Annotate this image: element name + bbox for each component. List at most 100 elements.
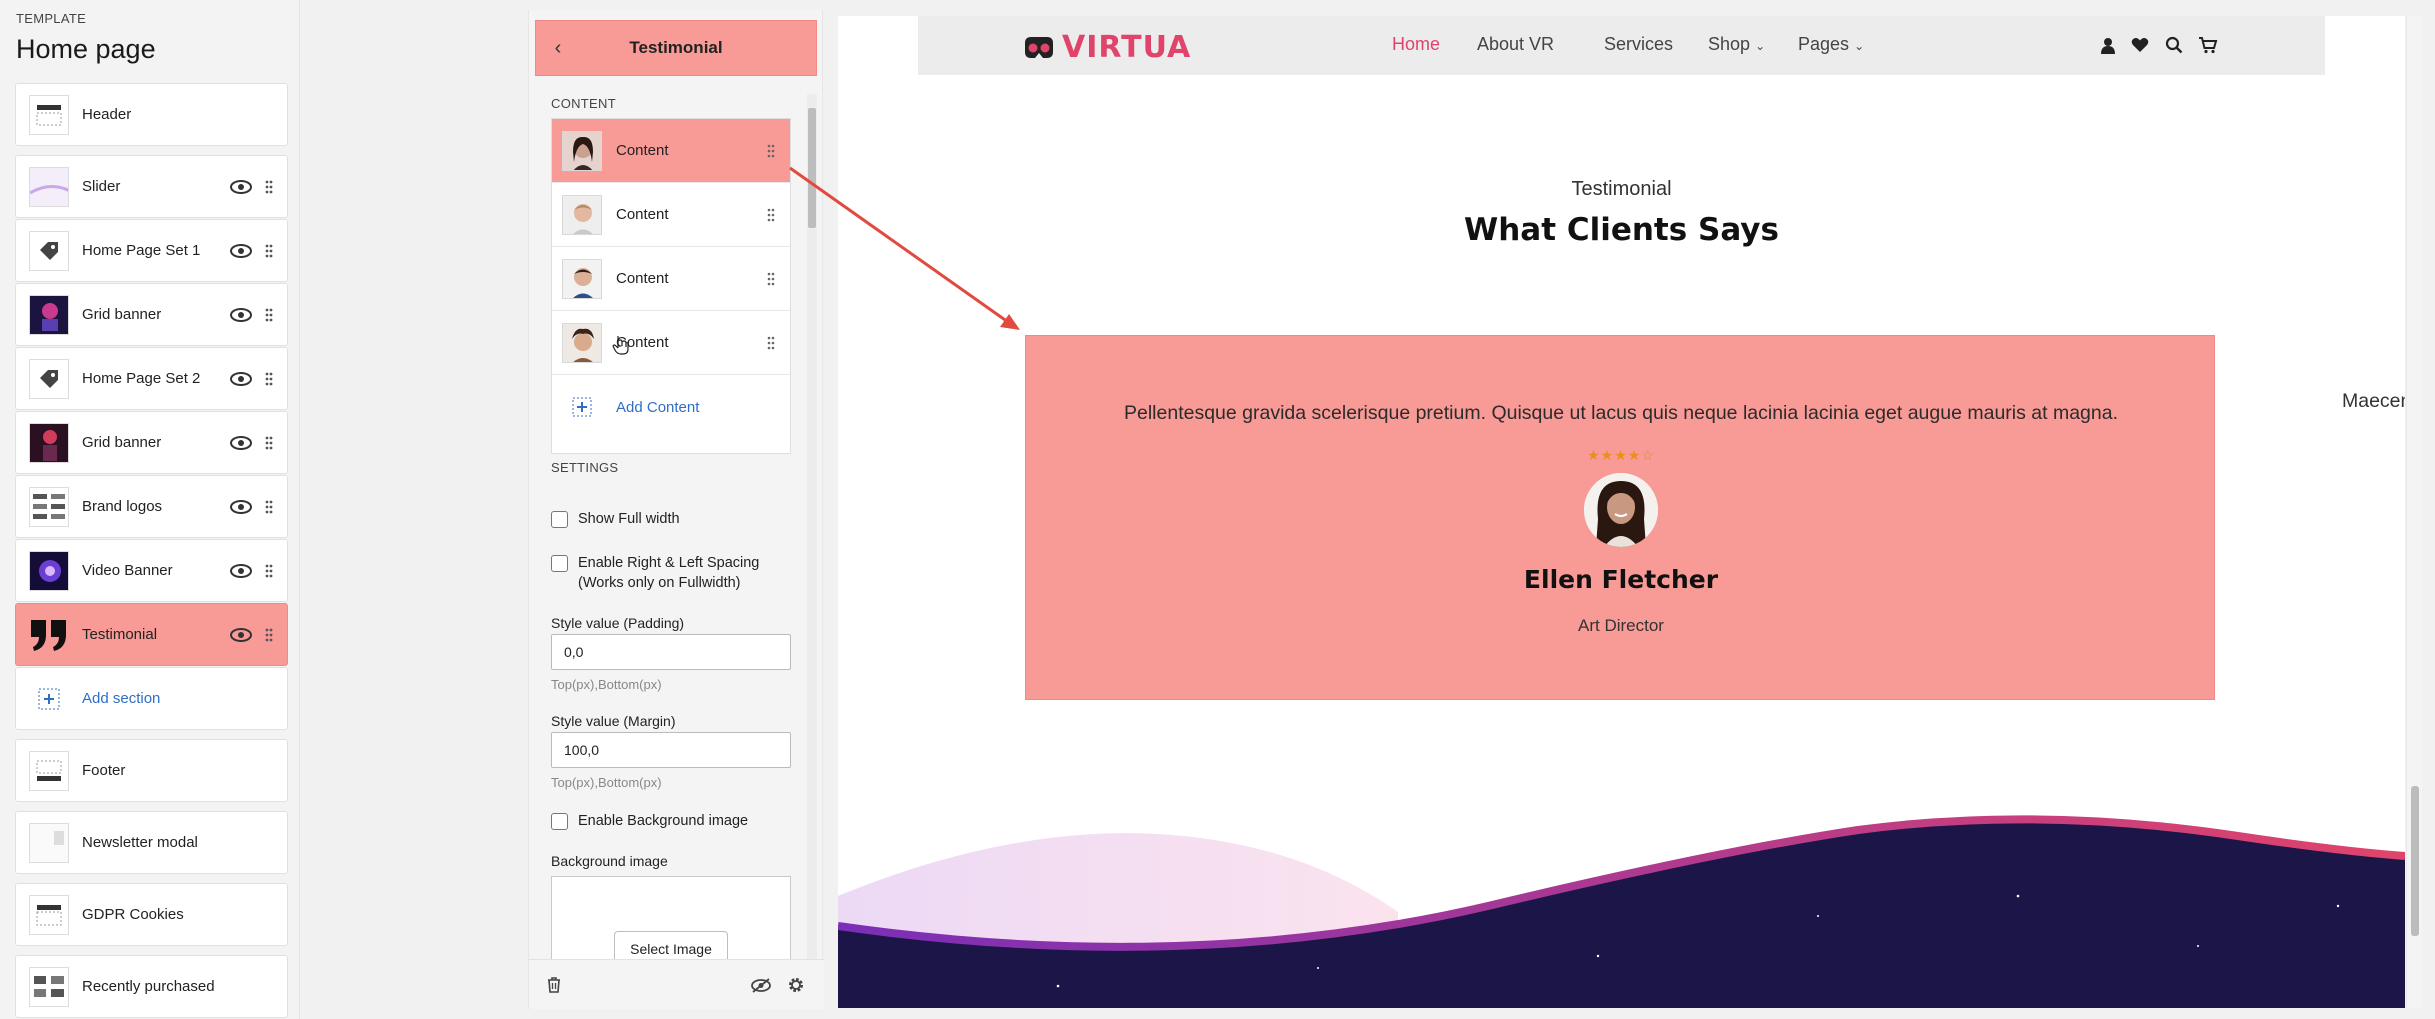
checkbox-box[interactable] bbox=[551, 555, 568, 572]
newsletter-thumbnail bbox=[29, 822, 69, 863]
add-section-button[interactable]: Add section bbox=[15, 667, 288, 730]
padding-input[interactable]: 0,0 bbox=[551, 634, 791, 670]
eye-icon[interactable] bbox=[230, 499, 252, 514]
section-grid-banner-2[interactable]: Grid banner bbox=[15, 411, 288, 474]
section-slider[interactable]: Slider bbox=[15, 155, 288, 218]
site-logo[interactable]: VIRTUA bbox=[1022, 30, 1191, 65]
nav-shop[interactable]: Shop ⌄ bbox=[1708, 34, 1765, 55]
section-label: Header bbox=[82, 106, 132, 123]
content-item[interactable]: Content bbox=[552, 311, 790, 375]
nav-home[interactable]: Home bbox=[1392, 34, 1440, 55]
trash-icon[interactable] bbox=[547, 977, 561, 993]
chevron-down-icon: ⌄ bbox=[1755, 39, 1766, 53]
drag-handle-icon[interactable] bbox=[264, 563, 274, 579]
checkbox-box[interactable] bbox=[551, 813, 568, 830]
checkbox-label: Enable Background image bbox=[578, 813, 749, 829]
nav-services[interactable]: Services bbox=[1604, 34, 1673, 55]
drag-handle-icon[interactable] bbox=[766, 208, 776, 222]
drag-handle-icon[interactable] bbox=[264, 371, 274, 387]
eye-icon[interactable] bbox=[230, 307, 252, 322]
content-item[interactable]: Content bbox=[552, 119, 790, 183]
testimonial-title: What Clients Says bbox=[1464, 212, 1779, 248]
video-banner-thumbnail bbox=[29, 550, 69, 591]
panel-scrollbar[interactable] bbox=[807, 94, 817, 970]
add-content-button[interactable]: Add Content bbox=[552, 375, 790, 439]
section-label: Recently purchased bbox=[82, 978, 215, 995]
drag-handle-icon[interactable] bbox=[264, 243, 274, 259]
content-item-label: Content bbox=[616, 270, 669, 287]
eye-off-icon[interactable] bbox=[751, 978, 771, 993]
rating-stars: ★★★★☆ bbox=[1026, 447, 2216, 464]
star-icon: ★ bbox=[1600, 447, 1615, 463]
back-arrow-icon[interactable]: ‹ bbox=[536, 37, 580, 60]
section-gdpr-cookies[interactable]: GDPR Cookies bbox=[15, 883, 288, 946]
section-label: Testimonial bbox=[82, 626, 158, 643]
content-heading: CONTENT bbox=[551, 96, 616, 111]
template-label: TEMPLATE bbox=[16, 11, 87, 26]
margin-input[interactable]: 100,0 bbox=[551, 732, 791, 768]
section-header[interactable]: Header bbox=[15, 83, 288, 146]
gear-icon[interactable] bbox=[787, 976, 805, 994]
section-home-page-set-1[interactable]: Home Page Set 1 bbox=[15, 219, 288, 282]
eye-icon[interactable] bbox=[230, 563, 252, 578]
star-icon: ★ bbox=[1587, 447, 1601, 463]
section-newsletter-modal[interactable]: Newsletter modal bbox=[15, 811, 288, 874]
section-grid-banner-1[interactable]: Grid banner bbox=[15, 283, 288, 346]
drag-handle-icon[interactable] bbox=[264, 627, 274, 643]
star-empty-icon: ☆ bbox=[1641, 447, 1655, 463]
show-full-width-checkbox[interactable]: Show Full width bbox=[551, 509, 680, 529]
eye-icon[interactable] bbox=[230, 243, 252, 258]
margin-help: Top(px),Bottom(px) bbox=[551, 775, 662, 790]
section-recently-purchased[interactable]: Recently purchased bbox=[15, 955, 288, 1018]
nav-about-vr[interactable]: About VR bbox=[1477, 34, 1554, 55]
slider-thumbnail bbox=[29, 166, 69, 207]
checkbox-label-line-2: (Works only on Fullwidth) bbox=[578, 575, 741, 591]
eye-icon[interactable] bbox=[230, 371, 252, 386]
padding-label: Style value (Padding) bbox=[551, 615, 685, 631]
preview-scrollbar-thumb[interactable] bbox=[2411, 786, 2419, 936]
drag-handle-icon[interactable] bbox=[766, 272, 776, 286]
search-icon[interactable] bbox=[2165, 36, 2183, 54]
settings-heading: SETTINGS bbox=[551, 460, 619, 475]
nav-pages[interactable]: Pages ⌄ bbox=[1798, 34, 1864, 55]
add-content-icon bbox=[562, 387, 602, 427]
man-avatar bbox=[562, 322, 602, 363]
checkbox-label: Enable Right & Left Spacing (Works only … bbox=[578, 553, 759, 593]
eye-icon[interactable] bbox=[230, 627, 252, 642]
section-label: Grid banner bbox=[82, 434, 162, 451]
section-label: Footer bbox=[82, 762, 126, 779]
eye-icon[interactable] bbox=[230, 179, 252, 194]
section-testimonial[interactable]: Testimonial bbox=[15, 603, 288, 666]
drag-handle-icon[interactable] bbox=[264, 307, 274, 323]
user-icon[interactable] bbox=[2100, 37, 2116, 54]
preview-scrollbar[interactable] bbox=[2406, 16, 2422, 1008]
content-item[interactable]: Content bbox=[552, 183, 790, 247]
drag-handle-icon[interactable] bbox=[766, 144, 776, 158]
margin-label: Style value (Margin) bbox=[551, 713, 676, 729]
enable-bg-checkbox[interactable]: Enable Background image bbox=[551, 811, 748, 831]
panel-footer bbox=[529, 959, 824, 1009]
section-footer[interactable]: Footer bbox=[15, 739, 288, 802]
eye-icon[interactable] bbox=[230, 435, 252, 450]
drag-handle-icon[interactable] bbox=[766, 336, 776, 350]
enable-spacing-checkbox[interactable]: Enable Right & Left Spacing (Works only … bbox=[551, 553, 759, 593]
testimonial-role: Art Director bbox=[1578, 616, 1664, 635]
grid-banner-thumbnail bbox=[29, 422, 69, 463]
panel-scrollbar-thumb[interactable] bbox=[808, 108, 816, 228]
drag-handle-icon[interactable] bbox=[264, 435, 274, 451]
drag-handle-icon[interactable] bbox=[264, 179, 274, 195]
drag-handle-icon[interactable] bbox=[264, 499, 274, 515]
section-brand-logos[interactable]: Brand logos bbox=[15, 475, 288, 538]
cart-icon[interactable] bbox=[2198, 36, 2218, 54]
quote-icon bbox=[29, 615, 69, 655]
heart-icon[interactable] bbox=[2131, 37, 2149, 53]
nav-shop-label: Shop bbox=[1708, 34, 1751, 54]
vr-headset-icon bbox=[1025, 36, 1053, 58]
footer-icon bbox=[29, 750, 69, 791]
checkbox-box[interactable] bbox=[551, 511, 568, 528]
content-item[interactable]: Content bbox=[552, 247, 790, 311]
section-video-banner[interactable]: Video Banner bbox=[15, 539, 288, 602]
site-navbar: VIRTUA Home About VR Services Shop ⌄ Pag… bbox=[918, 16, 2325, 75]
section-home-page-set-2[interactable]: Home Page Set 2 bbox=[15, 347, 288, 410]
testimonial-card[interactable]: Pellentesque gravida scelerisque pretium… bbox=[1025, 335, 2215, 700]
